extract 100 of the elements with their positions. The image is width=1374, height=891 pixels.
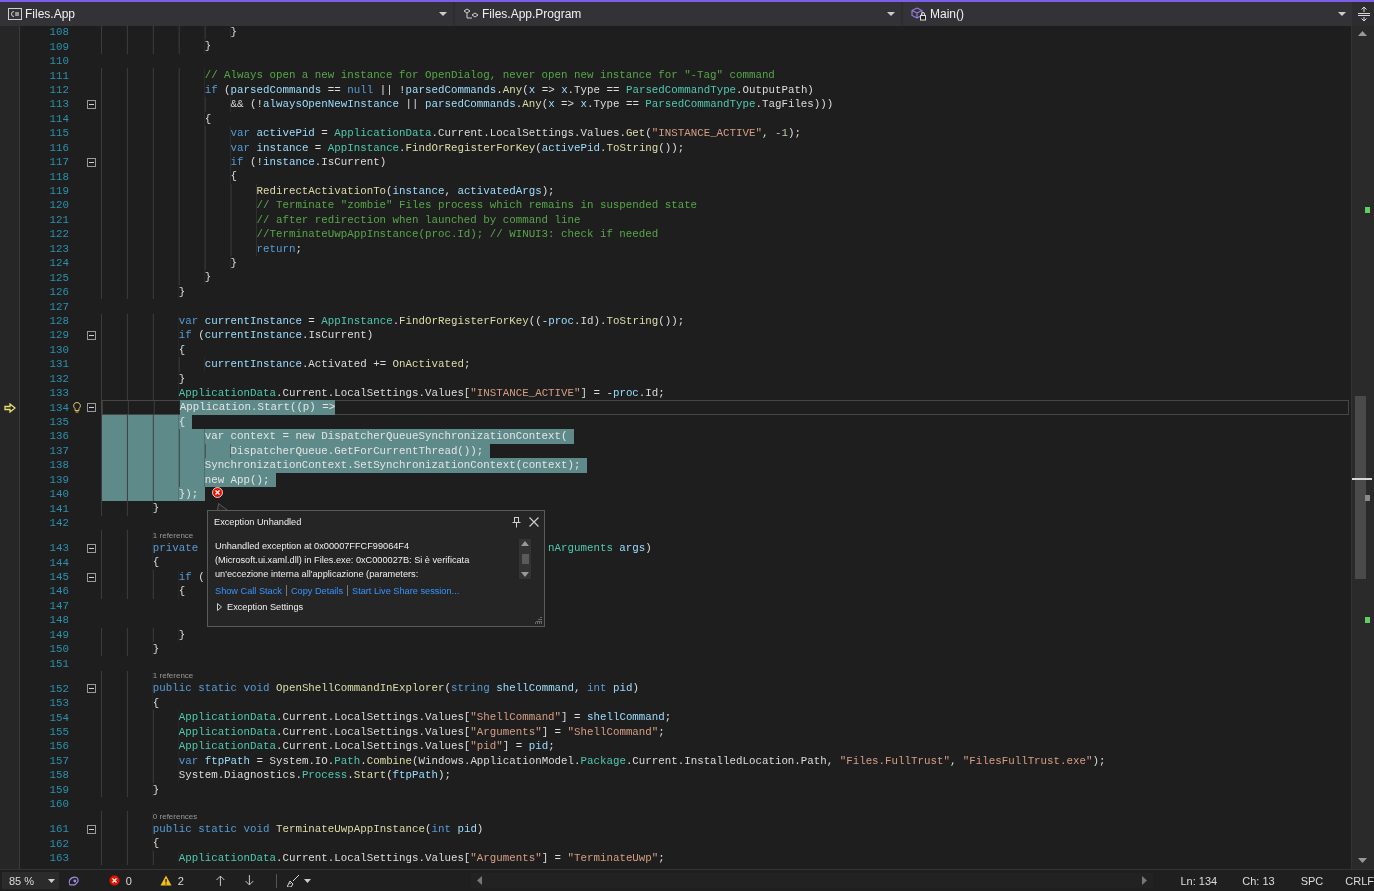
line-number: 144 — [48, 556, 69, 569]
line-number: 124 — [48, 257, 69, 270]
code-line: } — [152, 641, 160, 657]
warning-count[interactable]: 2 — [159, 874, 184, 887]
change-marker — [1365, 617, 1370, 623]
resize-grip-icon[interactable] — [534, 616, 542, 624]
code-line: ApplicationData.Current.LocalSettings.Values["Arguments"] = "TerminateUwp"; — [178, 850, 665, 866]
split-icon — [1358, 7, 1370, 21]
scroll-up-icon[interactable] — [521, 541, 529, 546]
code-line: && (!alwaysOpenNewInstance || parsedCommands.Any(x => x.Type == ParsedCommandType.TagFiles))) — [230, 97, 834, 112]
class-icon — [463, 7, 479, 21]
popup-link[interactable]: Start Live Share session... — [352, 585, 460, 596]
zoom-dropdown[interactable]: 85 % — [2, 872, 59, 889]
scroll-down-icon[interactable] — [1358, 858, 1367, 863]
line-number: 115 — [48, 127, 69, 140]
line-number: 150 — [48, 643, 69, 656]
exception-settings-expander[interactable]: Exception Settings — [208, 596, 304, 612]
code-line: ApplicationData.Current.LocalSettings.Values["pid"] = pid; — [178, 739, 555, 754]
code-line: public static void OpenShellCommandInExplorer(string shellCommand, int pid) — [152, 681, 639, 696]
change-marker — [1365, 207, 1370, 213]
pin-icon[interactable] — [512, 516, 521, 528]
scrollbar[interactable] — [519, 539, 531, 579]
caret-icon — [47, 878, 55, 883]
code-line: { — [204, 111, 212, 127]
line-number: 143 — [48, 542, 69, 555]
line-number: 132 — [48, 372, 69, 385]
up-arrow-icon[interactable] — [215, 875, 225, 886]
line-number: 145 — [48, 571, 69, 583]
code-line: System.Diagnostics.Process.Start(ftpPath); — [178, 768, 451, 783]
collapse-icon[interactable] — [86, 330, 96, 340]
line-number: 141 — [48, 502, 69, 515]
code-line: } — [230, 26, 238, 40]
collapse-icon[interactable] — [86, 157, 96, 167]
health-icon[interactable] — [66, 873, 81, 888]
code-line: // Terminate "zombie" Files process which remains in suspended state — [256, 198, 698, 213]
collapse-icon[interactable] — [86, 99, 96, 109]
vertical-scrollbar[interactable] — [1351, 26, 1374, 869]
code-line: if (currentInstance.IsCurrent) — [178, 328, 374, 343]
code-line: RedirectActivationTo(instance, activatedArgs); — [256, 183, 555, 199]
line-number: 119 — [48, 185, 69, 198]
line-indicator[interactable]: Ln: 134 — [1180, 874, 1218, 887]
code-line: } — [178, 627, 186, 642]
code-line: ApplicationData.Current.LocalSettings.Values["ShellCommand"] = shellCommand; — [178, 710, 672, 725]
column-indicator[interactable]: Ch: 13 — [1242, 874, 1275, 887]
popup-link[interactable]: Show Call Stack — [215, 585, 282, 596]
line-number: 117 — [48, 156, 69, 169]
scroll-thumb[interactable] — [1355, 396, 1366, 579]
execution-arrow-icon — [4, 402, 16, 413]
lightbulb-icon[interactable] — [73, 402, 81, 414]
error-count[interactable]: 0 — [108, 874, 132, 887]
reference-count[interactable]: 1 reference — [152, 671, 194, 682]
scroll-up-icon[interactable] — [1358, 31, 1367, 36]
code-line: if (parsedCommands == null || !parsedCommands.Any(x => x.Type == ParsedCommandType.OutputPath) — [204, 82, 814, 98]
line-number: 128 — [48, 314, 69, 327]
exception-message: Unhandled exception at 0x00007FFCF99064F4 (Microsoft.ui.xaml.dll) in Files.exe: 0xC000027B: Si è verificata un'eccezione interna all'applicazione (parameters: — [215, 540, 471, 581]
collapse-icon[interactable] — [86, 824, 96, 834]
scroll-thumb[interactable] — [521, 554, 529, 564]
reference-count[interactable]: 0 references — [152, 811, 198, 822]
code-line: return; — [256, 241, 302, 256]
collapse-icon[interactable] — [86, 543, 96, 553]
code-line: } — [152, 501, 160, 516]
code-line: { — [178, 584, 186, 599]
line-number: 125 — [48, 271, 69, 284]
caret-icon — [439, 12, 447, 16]
code-line: { — [152, 555, 160, 570]
collapse-icon[interactable] — [86, 403, 96, 413]
collapse-icon[interactable] — [86, 572, 96, 582]
project-dropdown[interactable]: Files.App — [0, 2, 453, 26]
method-lock-icon — [911, 7, 927, 21]
caret-position-marker — [1352, 478, 1372, 480]
indent-guide — [101, 501, 153, 516]
line-number: 110 — [48, 55, 69, 68]
down-arrow-icon[interactable] — [244, 875, 254, 886]
member-dropdown[interactable]: Main() — [903, 2, 1352, 26]
reference-count[interactable]: 1 reference — [152, 530, 194, 541]
line-number: 126 — [48, 286, 69, 299]
code-cleanup-dropdown[interactable] — [285, 872, 314, 889]
line-endings-indicator[interactable]: CRLF — [1345, 874, 1374, 887]
code-line: var ftpPath = System.IO.Path.Combine(Windows.ApplicationModel.Package.Current.InstalledLocation.Path, "Files.FullTrust", "FilesFullTrust.exe"); — [178, 753, 1106, 769]
line-number: 123 — [48, 242, 69, 255]
close-icon[interactable] — [529, 517, 539, 527]
code-line: var activePid = ApplicationData.Current.LocalSettings.Values.Get("INSTANCE_ACTIVE", -1); — [230, 126, 801, 141]
line-number: 156 — [48, 740, 69, 753]
line-number: 158 — [48, 769, 69, 782]
popup-link[interactable]: Copy Details — [290, 585, 343, 596]
caret-icon — [887, 12, 895, 16]
line-number: 146 — [48, 585, 69, 598]
whitespace-indicator[interactable]: SPC — [1300, 874, 1324, 887]
line-number: 108 — [48, 26, 69, 39]
brush-icon — [287, 874, 301, 887]
collapse-icon[interactable] — [86, 684, 96, 694]
line-number: 137 — [48, 444, 69, 457]
error-icon[interactable] — [212, 487, 223, 498]
code-line: nArguments args) — [548, 540, 652, 556]
code-line: } — [178, 371, 186, 386]
code-line: ApplicationData.Current.LocalSettings.Values["INSTANCE_ACTIVE"] = -proc.Id; — [178, 385, 665, 401]
type-dropdown[interactable]: Files.App.Program — [455, 2, 901, 26]
code-line: var currentInstance = AppInstance.FindOrRegisterForKey((-proc.Id).ToString()); — [178, 313, 685, 329]
line-number: 121 — [48, 213, 69, 226]
scroll-down-icon[interactable] — [521, 572, 529, 577]
